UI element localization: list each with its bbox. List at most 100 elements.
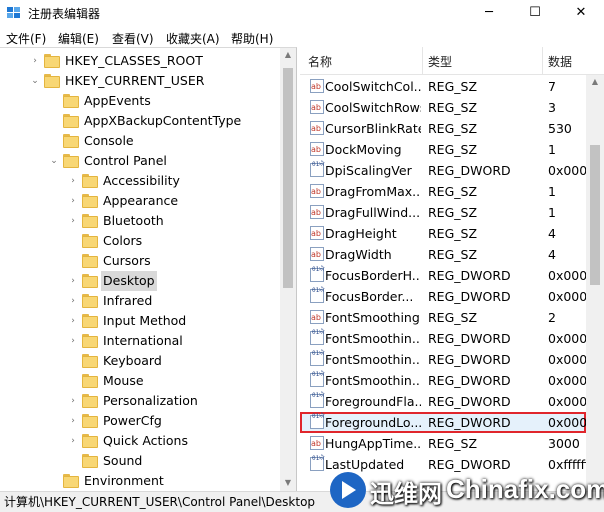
tree-item[interactable]: › Quick Actions (0, 431, 280, 451)
value-type: REG_SZ (428, 142, 478, 157)
dword-value-icon (310, 371, 324, 387)
tree-item[interactable]: › Accessibility (0, 171, 280, 191)
column-type-header[interactable]: 类型 (428, 53, 452, 70)
string-value-icon (310, 76, 324, 97)
value-row[interactable]: CursorBlinkRate REG_SZ 530 (300, 118, 586, 139)
tree-expander-icon[interactable]: › (68, 291, 78, 311)
menu-file[interactable]: 文件(F) (6, 30, 46, 47)
value-row[interactable]: ForegroundLo... REG_DWORD 0x000 (300, 412, 586, 433)
minimize-button[interactable]: ─ (466, 0, 512, 26)
menu-favorites[interactable]: 收藏夹(A) (166, 30, 220, 47)
tree-expander-icon[interactable]: › (68, 171, 78, 191)
value-name: DpiScalingVer (325, 163, 412, 178)
tree-item-label: Infrared (103, 293, 153, 308)
value-row[interactable]: FocusBorder... REG_DWORD 0x0000 (300, 286, 586, 307)
scroll-down-arrow-icon[interactable]: ▼ (280, 478, 296, 487)
tree-item[interactable]: Sound (0, 451, 280, 471)
tree-expander-icon[interactable]: › (68, 391, 78, 411)
value-row[interactable]: FontSmoothing REG_SZ 2 (300, 307, 586, 328)
value-row[interactable]: ForegroundFla... REG_DWORD 0x0000 (300, 391, 586, 412)
value-row[interactable]: DragFromMax... REG_SZ 1 (300, 181, 586, 202)
value-type: REG_DWORD (428, 415, 511, 430)
tree-scrollbar[interactable]: ▲ ▼ (280, 48, 296, 491)
tree-item[interactable]: › Infrared (0, 291, 280, 311)
folder-icon (82, 174, 98, 188)
folder-icon (44, 74, 60, 88)
tree-item[interactable]: Colors (0, 231, 280, 251)
folder-icon (82, 394, 98, 408)
value-name: FontSmoothin... (325, 331, 421, 346)
tree-item[interactable]: AppXBackupContentType (0, 111, 280, 131)
value-row[interactable]: DpiScalingVer REG_DWORD 0x0000 (300, 160, 586, 181)
list-scrollbar[interactable]: ▲ (586, 75, 604, 491)
tree-expander-icon[interactable]: › (68, 211, 78, 231)
folder-icon (82, 374, 98, 388)
value-row[interactable]: CoolSwitchCol... REG_SZ 7 (300, 76, 586, 97)
menu-view[interactable]: 查看(V) (112, 30, 154, 47)
column-name-header[interactable]: 名称 (308, 53, 332, 70)
tree-expander-icon[interactable]: › (68, 271, 78, 291)
value-row[interactable]: DockMoving REG_SZ 1 (300, 139, 586, 160)
window-title: 注册表编辑器 (28, 7, 101, 21)
column-divider[interactable] (542, 47, 543, 75)
scroll-up-arrow-icon[interactable]: ▲ (587, 77, 603, 86)
tree-item[interactable]: ⌄ Control Panel (0, 151, 280, 171)
column-data-header[interactable]: 数据 (548, 53, 572, 70)
value-row[interactable]: DragWidth REG_SZ 4 (300, 244, 586, 265)
value-row[interactable]: FontSmoothin... REG_DWORD 0x0000 (300, 328, 586, 349)
list-scrollbar-thumb[interactable] (590, 145, 600, 285)
menu-edit[interactable]: 编辑(E) (58, 30, 99, 47)
tree-item[interactable]: Keyboard (0, 351, 280, 371)
tree-item[interactable]: Mouse (0, 371, 280, 391)
folder-icon (63, 134, 79, 148)
tree-expander-icon[interactable]: ⌄ (30, 71, 40, 91)
tree-item[interactable]: ⌄ HKEY_CURRENT_USER (0, 71, 280, 91)
tree-item[interactable]: › HKEY_CLASSES_ROOT (0, 51, 280, 71)
tree-item[interactable]: Console (0, 131, 280, 151)
value-row[interactable]: FontSmoothin... REG_DWORD 0x0000 (300, 349, 586, 370)
dword-value-icon (310, 392, 324, 408)
tree-item[interactable]: › Personalization (0, 391, 280, 411)
value-data: 0x000 (548, 415, 586, 430)
tree-item-label: Control Panel (84, 153, 167, 168)
tree-item[interactable]: › International (0, 331, 280, 351)
value-row[interactable]: DragHeight REG_SZ 4 (300, 223, 586, 244)
value-data: 0x0000 (548, 394, 586, 409)
value-type: REG_SZ (428, 226, 478, 241)
tree-item[interactable]: › Input Method (0, 311, 280, 331)
tree-item[interactable]: Cursors (0, 251, 280, 271)
column-divider[interactable] (422, 47, 423, 75)
string-value-icon (310, 307, 324, 328)
value-row[interactable]: HungAppTime... REG_SZ 3000 (300, 433, 586, 454)
folder-icon (82, 454, 98, 468)
value-row[interactable]: CoolSwitchRows REG_SZ 3 (300, 97, 586, 118)
dword-value-icon (310, 413, 324, 429)
tree-expander-icon[interactable]: › (68, 191, 78, 211)
tree-item[interactable]: Environment (0, 471, 280, 491)
tree-item[interactable]: › Desktop (0, 271, 280, 291)
folder-icon (82, 214, 98, 228)
tree-expander-icon[interactable]: › (30, 51, 40, 71)
tree-item[interactable]: AppEvents (0, 91, 280, 111)
value-row[interactable]: FontSmoothin... REG_DWORD 0x0000 (300, 370, 586, 391)
tree-expander-icon[interactable]: › (68, 331, 78, 351)
tree-expander-icon[interactable]: › (68, 311, 78, 331)
value-type: REG_SZ (428, 205, 478, 220)
tree-expander-icon[interactable]: › (68, 411, 78, 431)
value-type: REG_SZ (428, 247, 478, 262)
close-button[interactable]: ✕ (558, 0, 604, 26)
tree-scrollbar-thumb[interactable] (283, 68, 293, 288)
maximize-button[interactable]: ☐ (512, 0, 558, 26)
tree-expander-icon[interactable]: › (68, 431, 78, 451)
scroll-up-arrow-icon[interactable]: ▲ (280, 50, 296, 59)
value-row[interactable]: DragFullWind... REG_SZ 1 (300, 202, 586, 223)
tree-item-label: Keyboard (103, 353, 162, 368)
tree-item[interactable]: › Bluetooth (0, 211, 280, 231)
menu-help[interactable]: 帮助(H) (231, 30, 273, 47)
value-data: 0x0000 (548, 268, 586, 283)
tree-expander-icon[interactable]: ⌄ (49, 151, 59, 171)
value-data: 1 (548, 205, 556, 220)
value-row[interactable]: FocusBorderH... REG_DWORD 0x0000 (300, 265, 586, 286)
tree-item[interactable]: › PowerCfg (0, 411, 280, 431)
tree-item[interactable]: › Appearance (0, 191, 280, 211)
